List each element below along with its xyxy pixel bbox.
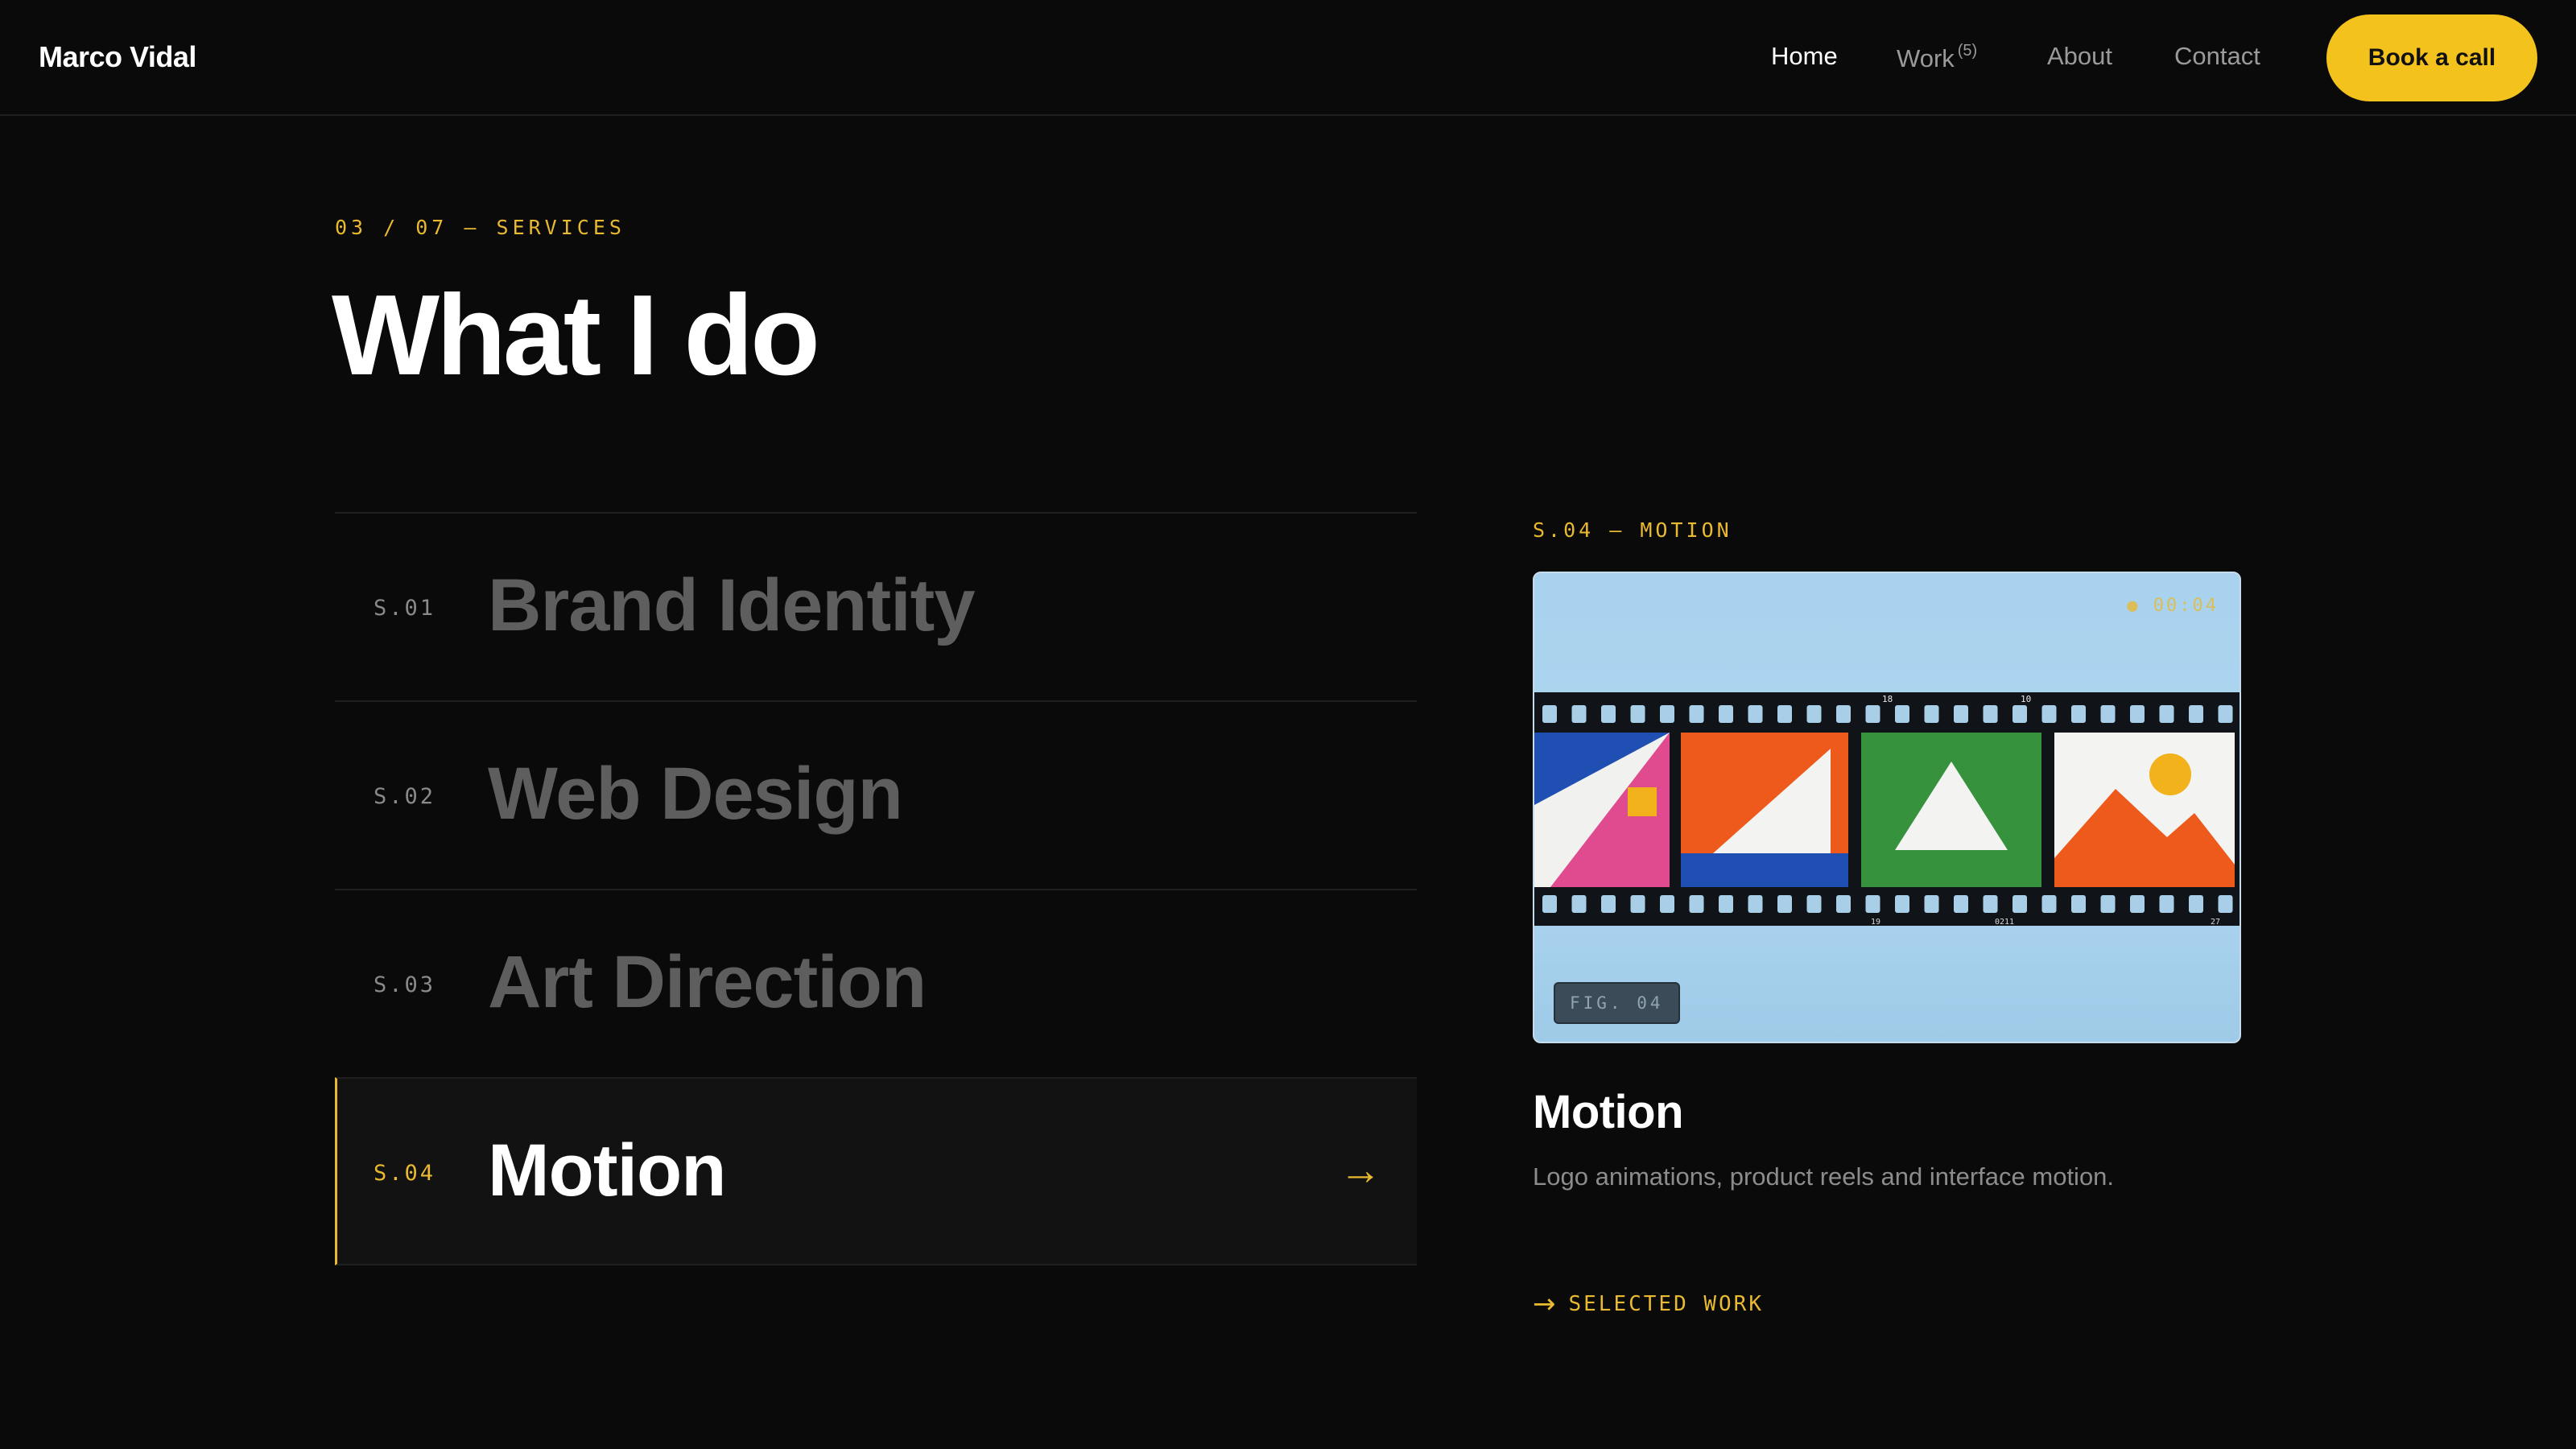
sprocket-hole (1836, 705, 1851, 723)
arrow-right-icon: → (1533, 1288, 1556, 1320)
service-code: S.04 (374, 1161, 436, 1186)
sprocket-hole (1924, 705, 1939, 723)
figure-tag: FIG. 04 (1554, 982, 1680, 1024)
service-code: S.01 (374, 596, 436, 621)
sprocket-hole (1689, 705, 1704, 723)
film-mark: 27 (2211, 918, 2220, 926)
section-eyebrow: 03 / 07 — SERVICES (335, 216, 625, 239)
sprocket-hole (1630, 705, 1645, 723)
film-mark: 19 (1871, 918, 1880, 926)
service-item-brand-identity[interactable]: S.01 Brand Identity (335, 512, 1417, 700)
service-item-art-direction[interactable]: S.03 Art Direction (335, 889, 1417, 1077)
sprocket-hole (1660, 895, 1674, 913)
sprocket-hole (2100, 895, 2116, 913)
sprocket-hole (2013, 705, 2027, 723)
preview-label: S.04 — MOTION (1533, 518, 1732, 542)
film-frame-4 (2054, 733, 2235, 887)
service-item-motion[interactable]: S.04 Motion → (335, 1077, 1417, 1265)
sprocket-hole (1836, 895, 1851, 913)
sprocket-hole (1954, 705, 1968, 723)
timecode-label: ● 00:04 (2127, 596, 2219, 616)
preview-image: ● 00:04 18 10 19 0211 27 FIG. 04 (1533, 572, 2241, 1043)
sprocket-hole (1865, 895, 1880, 913)
sprocket-hole (1542, 705, 1557, 723)
service-name: Art Direction (488, 941, 927, 1023)
preview-title: Motion (1533, 1086, 1684, 1138)
film-frame-3 (1861, 733, 2041, 887)
sprocket-hole (1895, 705, 1909, 723)
sprocket-hole (2189, 705, 2203, 723)
sprocket-hole (1777, 705, 1792, 723)
sprocket-hole (1748, 895, 1763, 913)
selected-work-label: SELECTED WORK (1568, 1292, 1764, 1316)
sprocket-hole (1865, 705, 1880, 723)
service-name: Web Design (488, 753, 903, 835)
sprocket-hole (1777, 895, 1792, 913)
film-frame-2 (1681, 733, 1848, 887)
sprocket-hole (1601, 705, 1616, 723)
nav-link-work[interactable]: Work (5) (1897, 42, 1977, 73)
selected-work-link[interactable]: → SELECTED WORK (1533, 1288, 1764, 1320)
sprocket-hole (2159, 705, 2174, 723)
work-count-badge: (5) (1957, 42, 1978, 60)
film-frame-1 (1534, 733, 1670, 887)
service-name: Brand Identity (488, 564, 975, 646)
sprocket-hole (1542, 895, 1557, 913)
service-name: Motion (488, 1129, 726, 1212)
sprocket-hole (2159, 895, 2174, 913)
sprocket-hole (1983, 895, 1998, 913)
film-mark: 0211 (1995, 918, 2014, 926)
services-list: S.01 Brand Identity S.02 Web Design S.03… (335, 512, 1417, 1265)
sprocket-hole (1689, 895, 1704, 913)
sprocket-hole (2041, 895, 2057, 913)
sprocket-hole (2189, 895, 2203, 913)
sprocket-hole (2100, 705, 2116, 723)
arrow-right-icon: → (1340, 1147, 1381, 1194)
sprocket-hole (1806, 705, 1822, 723)
sprocket-hole (1571, 705, 1587, 723)
sprocket-hole (1954, 895, 1968, 913)
sprocket-hole (1719, 705, 1733, 723)
sprocket-hole (2218, 895, 2233, 913)
preview-description: Logo animations, product reels and inter… (1533, 1162, 2115, 1191)
sprocket-hole (2071, 895, 2086, 913)
nav-link-work-label: Work (1897, 44, 1955, 72)
sprocket-hole (1571, 895, 1587, 913)
book-a-call-button[interactable]: Book a call (2326, 14, 2537, 101)
sprocket-hole (1601, 895, 1616, 913)
sprocket-hole (1983, 705, 1998, 723)
nav-link-about[interactable]: About (2047, 42, 2112, 71)
filmstrip-illustration: 18 10 19 0211 27 (1534, 692, 2240, 926)
service-code: S.02 (374, 784, 436, 809)
sprocket-hole (2130, 895, 2145, 913)
page-title: What I do (332, 271, 820, 399)
sprocket-hole (1924, 895, 1939, 913)
film-mark: 18 (1882, 694, 1893, 704)
nav-link-contact[interactable]: Contact (2174, 42, 2260, 71)
main-nav: Home Work (5) About Contact (0, 42, 2576, 74)
sprocket-hole (1895, 895, 1909, 913)
sprocket-hole (2013, 895, 2027, 913)
sprocket-hole (1660, 705, 1674, 723)
service-code: S.03 (374, 972, 436, 997)
sprocket-hole (1748, 705, 1763, 723)
sprocket-hole (2041, 705, 2057, 723)
sprocket-hole (1630, 895, 1645, 913)
sprocket-hole (1719, 895, 1733, 913)
service-item-web-design[interactable]: S.02 Web Design (335, 700, 1417, 889)
sprocket-hole (2218, 705, 2233, 723)
sprocket-hole (1806, 895, 1822, 913)
sprocket-hole (2130, 705, 2145, 723)
film-mark: 10 (2021, 694, 2031, 704)
sprocket-hole (2071, 705, 2086, 723)
top-navigation-bar: Marco Vidal Home Work (5) About Contact B… (0, 0, 2576, 116)
nav-link-home[interactable]: Home (1771, 42, 1838, 71)
